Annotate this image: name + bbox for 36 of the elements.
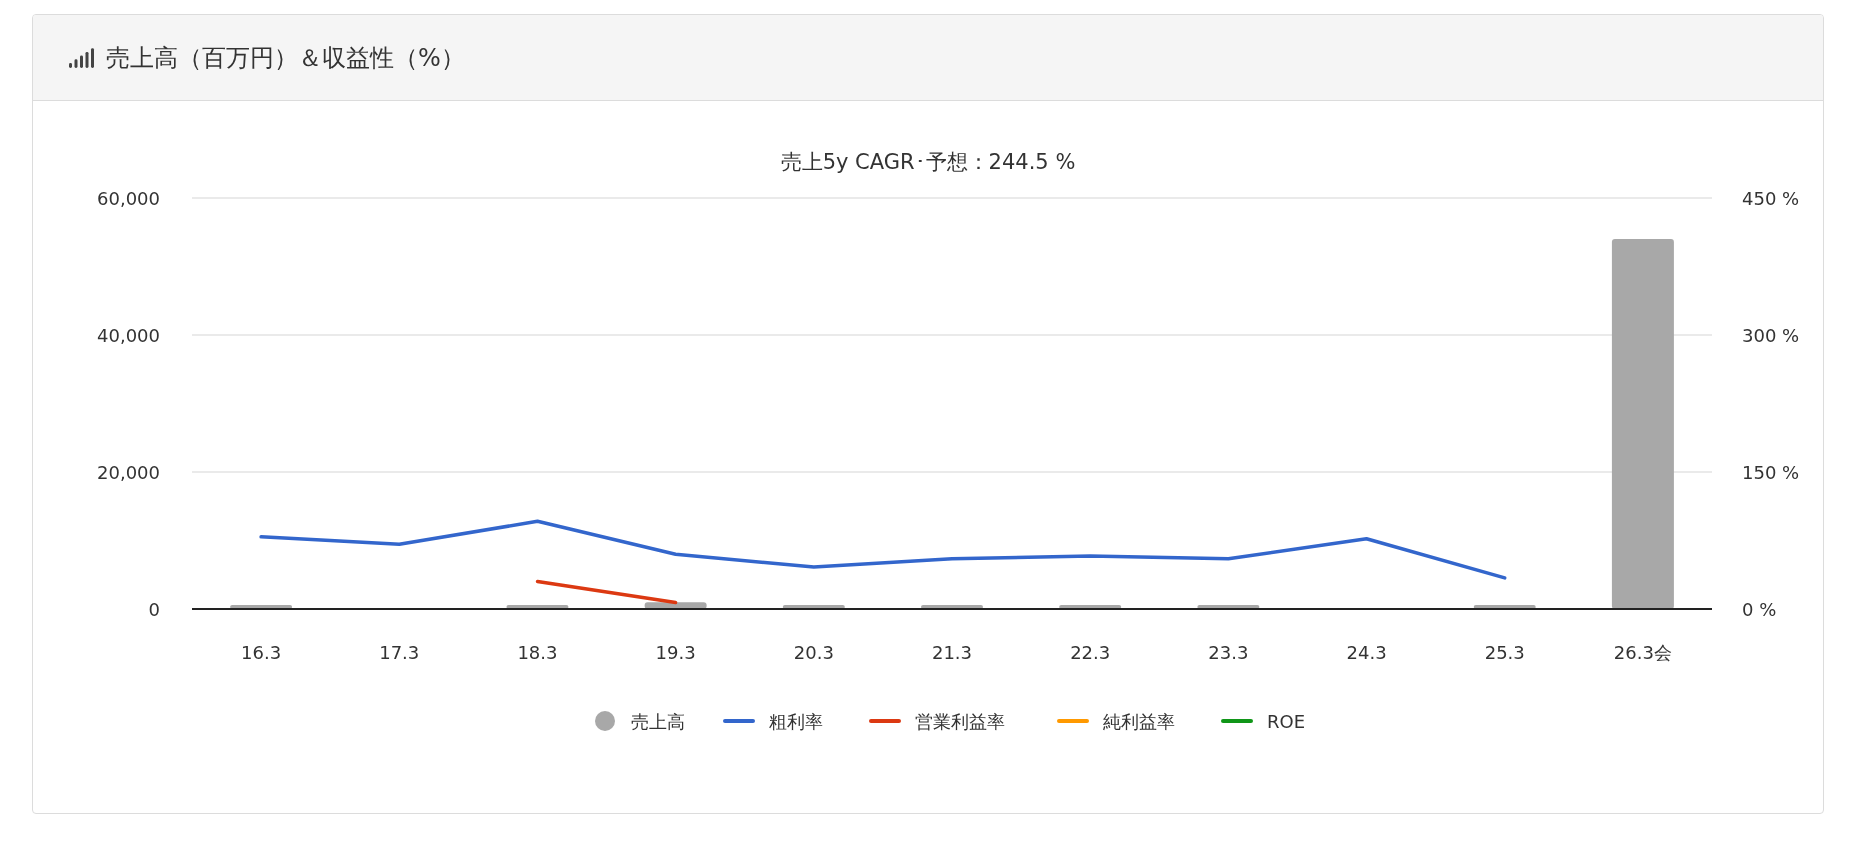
y-axis-label: 20,000 <box>97 462 160 483</box>
y-axis-label: 150 % <box>1742 462 1800 483</box>
x-axis-label: 24.3 <box>1346 642 1387 663</box>
legend-label: 粗利率 <box>769 711 823 732</box>
legend-dot-icon <box>595 711 615 731</box>
x-axis-label: 26.3会 <box>1613 642 1672 663</box>
legend-label: ROE <box>1267 711 1306 732</box>
sales-bar <box>1059 604 1122 609</box>
chart-title: 売上5y CAGR･予想：244.5 % <box>780 150 1076 174</box>
legend-label: 純利益率 <box>1103 711 1175 732</box>
signal-bars-icon <box>69 47 96 68</box>
x-axis-label: 17.3 <box>379 642 420 663</box>
y-axis-label: 0 <box>148 599 160 620</box>
x-axis-label: 25.3 <box>1484 642 1525 663</box>
y-axis-label: 40,000 <box>97 325 160 346</box>
x-axis-label: 21.3 <box>931 642 973 663</box>
sales-bar <box>782 604 845 609</box>
sales-bar <box>1197 604 1260 609</box>
x-axis-label: 16.3 <box>241 642 282 663</box>
legend-label: 売上高 <box>631 711 685 732</box>
sales-bar <box>644 602 707 609</box>
x-axis-label: 20.3 <box>793 642 834 663</box>
sales-bar <box>506 604 569 609</box>
x-axis-label: 22.3 <box>1070 642 1111 663</box>
sales-bar <box>1473 604 1536 609</box>
y-axis-label: 0 % <box>1742 599 1777 620</box>
x-axis-label: 19.3 <box>655 642 696 663</box>
sales-bar <box>230 604 293 609</box>
y-axis-label: 60,000 <box>97 188 160 209</box>
card-title: 売上高（百万円）＆収益性（%） <box>106 42 465 74</box>
x-axis-label: 18.3 <box>517 642 558 663</box>
legend-label: 営業利益率 <box>915 711 1005 732</box>
y-axis-label: 450 % <box>1742 188 1800 209</box>
sales-bar <box>921 604 983 609</box>
x-axis-label: 23.3 <box>1208 642 1249 663</box>
y-axis-label: 300 % <box>1742 325 1800 346</box>
